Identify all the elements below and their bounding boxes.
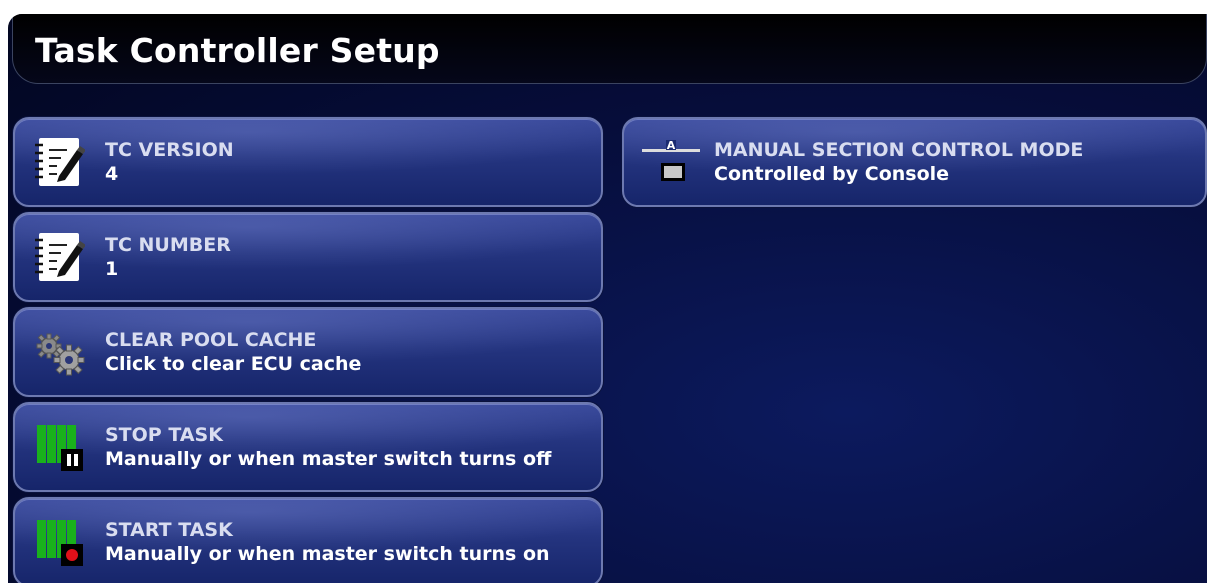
notepad-edit-icon <box>33 136 86 188</box>
gears-icon <box>33 326 85 378</box>
clear-pool-cache-button[interactable]: CLEAR POOL CACHE Click to clear ECU cach… <box>13 307 603 397</box>
page-title: Task Controller Setup <box>35 31 440 70</box>
manual-section-control-mode-label: MANUAL SECTION CONTROL MODE <box>714 139 1084 161</box>
notepad-edit-icon <box>33 231 86 283</box>
tc-version-label: TC VERSION <box>105 139 234 161</box>
manual-section-control-mode-value: Controlled by Console <box>714 163 950 185</box>
manual-section-control-mode-button[interactable]: A MANUAL SECTION CONTROL MODE Controlled… <box>622 117 1207 207</box>
stop-task-value: Manually or when master switch turns off <box>105 448 552 470</box>
section-control-icon: A <box>642 136 700 188</box>
tc-version-button[interactable]: TC VERSION 4 <box>13 117 603 207</box>
tc-number-label: TC NUMBER <box>105 234 231 256</box>
clear-pool-cache-label: CLEAR POOL CACHE <box>105 329 317 351</box>
title-bar: Task Controller Setup <box>12 14 1207 84</box>
start-task-label: START TASK <box>105 519 233 541</box>
clear-pool-cache-value: Click to clear ECU cache <box>105 353 362 375</box>
tc-number-value: 1 <box>105 258 119 280</box>
tc-version-value: 4 <box>105 163 119 185</box>
stop-task-label: STOP TASK <box>105 424 223 446</box>
section-control-letter: A <box>667 139 676 152</box>
start-task-button[interactable]: START TASK Manually or when master switc… <box>13 497 603 583</box>
tc-number-button[interactable]: TC NUMBER 1 <box>13 212 603 302</box>
stop-task-button[interactable]: STOP TASK Manually or when master switch… <box>13 402 603 492</box>
start-task-icon <box>33 516 85 568</box>
start-task-value: Manually or when master switch turns on <box>105 543 550 565</box>
screen: Task Controller Setup TC VERSION 4 TC NU… <box>8 14 1207 583</box>
stop-task-icon <box>33 421 85 473</box>
